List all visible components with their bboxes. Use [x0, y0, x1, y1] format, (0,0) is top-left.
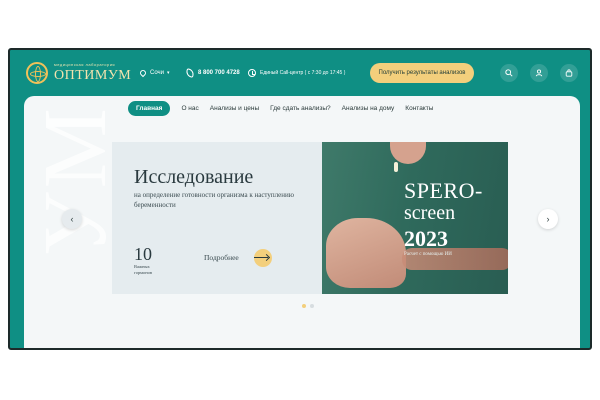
header-icons	[500, 64, 578, 82]
nav-item-tests-prices[interactable]: Анализы и цены	[210, 105, 259, 112]
callcenter-text: Единый Call-центр ( с 7:30 до 17:45 )	[260, 70, 346, 76]
chevron-right-icon: ›	[546, 214, 550, 224]
banner-description: на определение готовности организма к на…	[134, 191, 294, 209]
slider-next-button[interactable]: ›	[538, 209, 558, 229]
spero-note: Расчет с помощью ИИ	[404, 252, 452, 257]
spero-year: 2023	[404, 226, 448, 251]
days-number: 10	[134, 244, 152, 264]
location-pin-icon	[138, 68, 148, 78]
get-results-button[interactable]: Получить результаты анализов	[370, 63, 474, 83]
cart-icon[interactable]	[560, 64, 578, 82]
nav-item-locations[interactable]: Где сдать анализы?	[270, 105, 331, 112]
device-frame: медицинская лаборатория ОПТИМУМ Сочи ▾ 8…	[8, 48, 592, 350]
days-label: Важных гормонов	[134, 264, 153, 275]
city-selector[interactable]: Сочи ▾	[138, 68, 180, 78]
clock-icon	[248, 69, 256, 77]
logo-name: ОПТИМУМ	[54, 68, 132, 83]
city-label: Сочи	[150, 70, 165, 76]
callcenter-info: Единый Call-центр ( с 7:30 до 17:45 )	[248, 69, 358, 77]
nav-item-about[interactable]: О нас	[181, 105, 198, 112]
user-icon[interactable]	[530, 64, 548, 82]
arrow-right-icon	[254, 257, 268, 258]
main-nav: Главная О нас Анализы и цены Где сдать а…	[128, 101, 433, 116]
logo[interactable]: медицинская лаборатория ОПТИМУМ	[26, 62, 131, 84]
slider-dot-2[interactable]	[310, 304, 314, 308]
slider-dot-1[interactable]	[302, 304, 306, 308]
phone-icon	[185, 68, 195, 78]
promo-banner[interactable]: Исследование на определение готовности о…	[112, 142, 508, 294]
logo-emblem-icon	[26, 62, 48, 84]
site-header: медицинская лаборатория ОПТИМУМ Сочи ▾ 8…	[10, 50, 590, 96]
logo-subtitle: медицинская лаборатория	[54, 62, 116, 67]
logo-text: медицинская лаборатория ОПТИМУМ	[54, 63, 131, 83]
chevron-down-icon: ▾	[167, 70, 170, 76]
nav-item-contacts[interactable]: Контакты	[405, 105, 433, 112]
nav-item-home[interactable]: Главная	[128, 101, 171, 116]
phone-link[interactable]: 8 800 700 4728	[185, 68, 242, 78]
phone-number: 8 800 700 4728	[198, 70, 240, 76]
main-content-panel: УМ Главная О нас Анализы и цены Где сдат…	[24, 96, 580, 348]
more-link[interactable]: Подробнее	[204, 253, 239, 262]
banner-title: Исследование	[134, 166, 254, 188]
spero-title-line2: screen	[404, 202, 456, 224]
slider-dots	[302, 304, 314, 308]
nav-item-home-tests[interactable]: Анализы на дому	[342, 105, 395, 112]
slider-prev-button[interactable]: ‹	[62, 209, 82, 229]
search-icon[interactable]	[500, 64, 518, 82]
chevron-left-icon: ‹	[70, 214, 74, 224]
spero-title-line1: SPERO-	[404, 178, 483, 203]
